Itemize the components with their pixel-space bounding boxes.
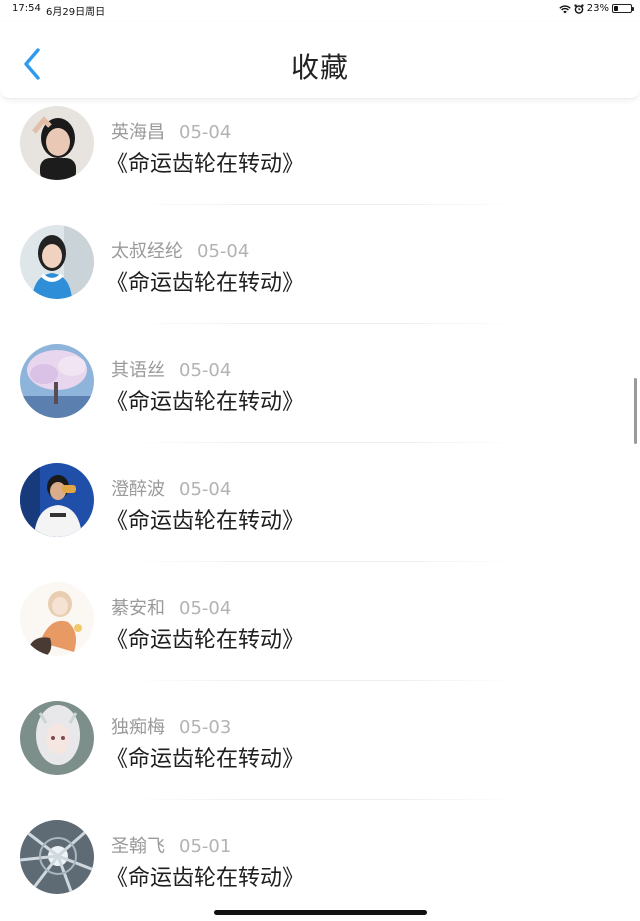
item-title: 《命运齿轮在转动》 — [106, 271, 305, 296]
item-date: 05-04 — [197, 241, 250, 262]
list-item[interactable]: 圣翰飞 05-01 《命运齿轮在转动》 — [0, 802, 640, 921]
list-item[interactable]: 其语丝 05-04 《命运齿轮在转动》 — [0, 326, 640, 445]
author-name: 圣翰飞 — [111, 836, 165, 857]
author-name: 独痴梅 — [111, 717, 165, 738]
item-title: 《命运齿轮在转动》 — [106, 747, 305, 772]
divider — [130, 561, 520, 562]
author-name: 英海昌 — [111, 122, 165, 143]
list-item[interactable]: 英海昌 05-04 《命运齿轮在转动》 — [0, 88, 640, 207]
scrollbar[interactable] — [634, 378, 637, 444]
alarm-icon — [574, 3, 584, 14]
avatar — [20, 582, 94, 656]
wifi-icon — [559, 4, 571, 13]
item-meta: 英海昌 05-04 — [111, 118, 231, 144]
avatar — [20, 463, 94, 537]
page-title: 收藏 — [290, 51, 349, 84]
item-meta: 圣翰飞 05-01 — [111, 832, 231, 858]
avatar — [20, 344, 94, 418]
list-item[interactable]: 太叔经纶 05-04 《命运齿轮在转动》 — [0, 207, 640, 326]
app-screen: 17:54 6月29日周日 23% 收藏 英海昌 05-04 《命运齿轮在转动》… — [0, 0, 640, 921]
divider — [130, 323, 520, 324]
item-meta: 其语丝 05-04 — [111, 356, 231, 382]
status-bar: 17:54 6月29日周日 23% — [0, 0, 640, 20]
author-name: 太叔经纶 — [111, 241, 183, 262]
author-name: 綦安和 — [111, 598, 165, 619]
battery-percent: 23% — [586, 3, 609, 14]
battery-level — [614, 6, 618, 11]
item-meta: 独痴梅 05-03 — [111, 713, 231, 739]
status-indicators: 23% — [559, 3, 634, 14]
list-item[interactable]: 澄醉波 05-04 《命运齿轮在转动》 — [0, 445, 640, 564]
item-date: 05-03 — [179, 717, 232, 738]
divider — [130, 204, 520, 205]
divider — [130, 680, 520, 681]
home-indicator[interactable] — [214, 910, 427, 915]
divider — [130, 442, 520, 443]
avatar — [20, 225, 94, 299]
item-date: 05-04 — [179, 598, 232, 619]
item-title: 《命运齿轮在转动》 — [106, 628, 305, 653]
item-meta: 澄醉波 05-04 — [111, 475, 231, 501]
item-date: 05-01 — [179, 836, 232, 857]
author-name: 其语丝 — [111, 360, 165, 381]
item-meta: 太叔经纶 05-04 — [111, 237, 249, 263]
item-title: 《命运齿轮在转动》 — [106, 390, 305, 415]
avatar — [20, 106, 94, 180]
status-time: 17:54 — [12, 3, 41, 14]
list-item[interactable]: 綦安和 05-04 《命运齿轮在转动》 — [0, 564, 640, 683]
item-date: 05-04 — [179, 479, 232, 500]
list-item[interactable]: 独痴梅 05-03 《命运齿轮在转动》 — [0, 683, 640, 802]
author-name: 澄醉波 — [111, 479, 165, 500]
item-title: 《命运齿轮在转动》 — [106, 509, 305, 534]
status-date: 6月29日周日 — [46, 7, 106, 18]
item-date: 05-04 — [179, 360, 232, 381]
item-date: 05-04 — [179, 122, 232, 143]
battery-icon — [612, 4, 634, 13]
avatar — [20, 820, 94, 894]
item-title: 《命运齿轮在转动》 — [106, 866, 305, 891]
favorites-list: 英海昌 05-04 《命运齿轮在转动》 太叔经纶 05-04 《命运齿轮在转动》 — [0, 88, 640, 921]
battery-tip — [632, 7, 634, 11]
item-meta: 綦安和 05-04 — [111, 594, 231, 620]
item-title: 《命运齿轮在转动》 — [106, 152, 305, 177]
avatar — [20, 701, 94, 775]
divider — [130, 799, 520, 800]
